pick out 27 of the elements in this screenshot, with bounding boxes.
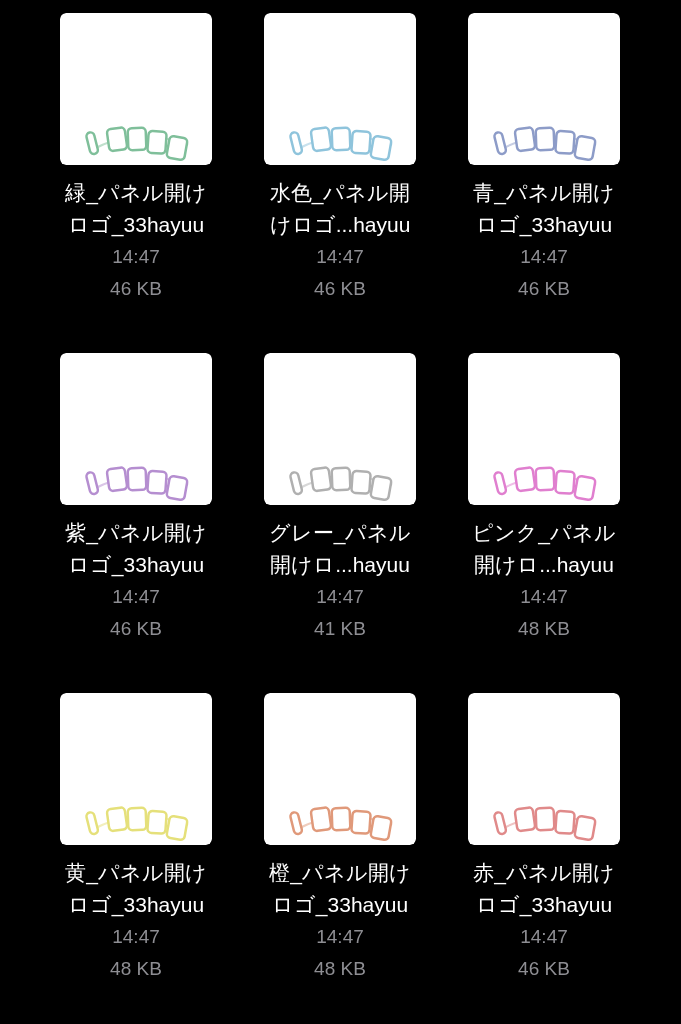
file-size: 48 KB xyxy=(518,617,570,641)
file-size: 48 KB xyxy=(110,957,162,981)
file-name: 赤_パネル開け ロゴ_33hayuu xyxy=(473,860,615,919)
file-time: 14:47 xyxy=(112,585,160,609)
file-name: ピンク_パネル 開けロ...hayuu xyxy=(472,520,616,578)
file-name: 黄_パネル開け ロゴ_33hayuu xyxy=(65,860,207,919)
file-size: 46 KB xyxy=(518,277,570,301)
file-time: 14:47 xyxy=(316,585,364,609)
file-name: 青_パネル開け ロゴ_33hayuu xyxy=(473,180,615,239)
file-size: 46 KB xyxy=(518,957,570,981)
file-time: 14:47 xyxy=(520,245,568,269)
file-time: 14:47 xyxy=(316,925,364,949)
file-time: 14:47 xyxy=(316,245,364,269)
file-name: 橙_パネル開け ロゴ_33hayuu xyxy=(269,860,411,919)
file-name: グレー_パネル 開けロ...hayuu xyxy=(268,520,412,578)
file-time: 14:47 xyxy=(520,585,568,609)
file-time: 14:47 xyxy=(112,925,160,949)
file-time: 14:47 xyxy=(520,925,568,949)
file-size: 46 KB xyxy=(110,617,162,641)
file-name: 緑_パネル開け ロゴ_33hayuu xyxy=(65,180,207,239)
file-time: 14:47 xyxy=(112,245,160,269)
file-size: 46 KB xyxy=(110,277,162,301)
file-name: 水色_パネル開 けロゴ...hayuu xyxy=(269,180,411,238)
file-size: 41 KB xyxy=(314,617,366,641)
file-size: 46 KB xyxy=(314,277,366,301)
file-size: 48 KB xyxy=(314,957,366,981)
file-name: 紫_パネル開け ロゴ_33hayuu xyxy=(65,520,207,579)
